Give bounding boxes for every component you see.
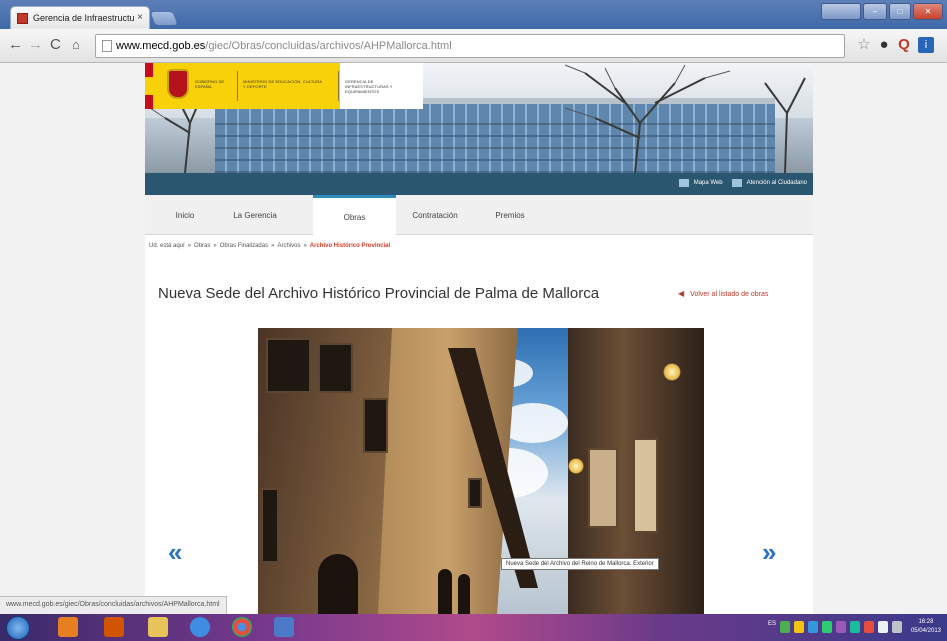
atencion-link[interactable]: Atención al Ciudadano <box>747 180 807 186</box>
breadcrumb-finalizadas[interactable]: Obras Finalizadas <box>220 243 268 249</box>
prev-arrow-icon[interactable]: « <box>168 539 182 565</box>
page-icon <box>102 40 112 52</box>
taskbar-folder-icon[interactable] <box>148 617 168 637</box>
menu-item-inicio[interactable]: Inicio <box>165 195 205 235</box>
taskbar-chrome-icon[interactable] <box>232 617 252 637</box>
back-to-list-link[interactable]: ◀ Volver al listado de obras <box>678 289 768 298</box>
menu-item-premios[interactable]: Premios <box>485 195 535 235</box>
status-url-bubble: www.mecd.gob.es/giec/Obras/concluidas/ar… <box>0 596 227 614</box>
tray-icon[interactable] <box>808 621 818 633</box>
taskbar-app-icon[interactable] <box>58 617 78 637</box>
extension-icon[interactable]: ● <box>876 37 892 53</box>
street-lamp-icon <box>663 363 681 381</box>
minimize-button[interactable]: – <box>863 3 887 20</box>
logo-gerencia: GERENCIA DE INFRAESTRUCTURAS Y EQUIPAMIE… <box>345 79 393 94</box>
tree-right-icon <box>564 64 731 173</box>
tray-icon[interactable] <box>822 621 832 633</box>
taskbar-media-icon[interactable] <box>104 617 124 637</box>
windows-taskbar: ES 16:28 05/04/2013 <box>0 614 947 641</box>
volume-icon[interactable] <box>878 621 888 633</box>
maximize-button[interactable]: □ <box>889 3 911 20</box>
main-menu: Inicio La Gerencia Obras Contratación Pr… <box>145 195 813 236</box>
reload-icon[interactable]: C <box>50 37 61 53</box>
forward-icon[interactable]: → <box>28 37 43 53</box>
breadcrumb-prefix: Ud. está aquí <box>149 243 185 249</box>
close-window-button[interactable]: ✕ <box>913 3 943 20</box>
network-icon[interactable] <box>892 621 902 633</box>
logo-ministerio: MINISTERIO DE EDUCACIÓN, CULTURA Y DEPOR… <box>243 79 322 89</box>
clock-time: 16:28 <box>918 619 934 625</box>
new-tab-button[interactable] <box>150 12 178 25</box>
start-button[interactable] <box>6 616 30 640</box>
breadcrumb-current: Archivo Histórico Provincial <box>309 243 391 249</box>
taskbar-window-icon[interactable] <box>274 617 294 637</box>
user-button[interactable] <box>821 3 861 20</box>
favicon-icon <box>17 12 28 24</box>
home-icon[interactable]: ⌂ <box>72 37 80 53</box>
window-titlebar: Gerencia de Infraestructu × – □ ✕ <box>0 0 947 29</box>
tray-icon[interactable] <box>794 621 804 633</box>
browser-toolbar: ← → C ⌂ www.mecd.gob.es/giec/Obras/concl… <box>0 29 947 63</box>
menu-item-obras[interactable]: Obras <box>313 195 396 236</box>
taskbar-clock[interactable]: 16:28 05/04/2013 <box>911 618 941 636</box>
page-title: Nueva Sede del Archivo Histórico Provinc… <box>158 285 600 302</box>
tray-icon[interactable] <box>864 621 874 633</box>
citizen-icon <box>731 179 742 187</box>
left-triangle-icon: ◀ <box>678 289 685 298</box>
tray-icon[interactable] <box>780 621 790 633</box>
tree-edge-icon <box>764 77 806 173</box>
browser-tab[interactable]: Gerencia de Infraestructu × <box>10 6 150 29</box>
sitemap-icon <box>678 179 689 187</box>
breadcrumb-archivos[interactable]: Archivos <box>277 243 300 249</box>
header-banner: GOBIERNO DE ESPAÑA MINISTERIO DE EDUCACI… <box>145 63 813 173</box>
tab-title: Gerencia de Infraestructu <box>33 13 135 23</box>
back-icon[interactable]: ← <box>8 37 23 53</box>
logo-gobierno: GOBIERNO DE ESPAÑA <box>195 79 225 89</box>
star-icon[interactable]: ☆ <box>856 37 872 53</box>
tray-icon[interactable] <box>836 621 846 633</box>
breadcrumb-obras[interactable]: Obras <box>194 243 210 249</box>
menu-item-contratacion[interactable]: Contratación <box>400 195 470 235</box>
tab-close-icon[interactable]: × <box>137 12 143 23</box>
coat-of-arms-icon <box>167 69 189 99</box>
address-bar[interactable]: www.mecd.gob.es/giec/Obras/concluidas/ar… <box>95 34 845 58</box>
site-container: GOBIERNO DE ESPAÑA MINISTERIO DE EDUCACI… <box>145 63 813 614</box>
page-viewport: GOBIERNO DE ESPAÑA MINISTERIO DE EDUCACI… <box>0 63 947 614</box>
window-controls: – □ ✕ <box>821 3 943 20</box>
extension-q-icon[interactable]: Q <box>896 37 912 53</box>
url-host: www.mecd.gob.es <box>116 40 206 52</box>
utility-bar: Mapa Web Atención al Ciudadano <box>145 173 813 195</box>
government-logo[interactable]: GOBIERNO DE ESPAÑA MINISTERIO DE EDUCACI… <box>145 63 423 109</box>
clock-date: 05/04/2013 <box>910 628 941 634</box>
photo-caption: Nueva Sede del Archivo del Reino de Mall… <box>501 558 659 570</box>
breadcrumb: Ud. está aquí» Obras» Obras Finalizadas» Ar… <box>149 243 391 249</box>
taskbar-ie-icon[interactable] <box>190 617 210 637</box>
url-path: /giec/Obras/concluidas/archivos/AHPMallo… <box>205 40 452 52</box>
tray-lang[interactable]: ES <box>768 621 776 633</box>
tray-icon[interactable] <box>850 621 860 633</box>
next-arrow-icon[interactable]: » <box>762 539 776 565</box>
mapa-web-link[interactable]: Mapa Web <box>694 180 723 186</box>
menu-item-la-gerencia[interactable]: La Gerencia <box>220 195 290 235</box>
system-tray: ES <box>768 621 902 633</box>
gallery-photo[interactable] <box>258 328 704 614</box>
extension-blue-icon[interactable]: i <box>918 37 934 53</box>
